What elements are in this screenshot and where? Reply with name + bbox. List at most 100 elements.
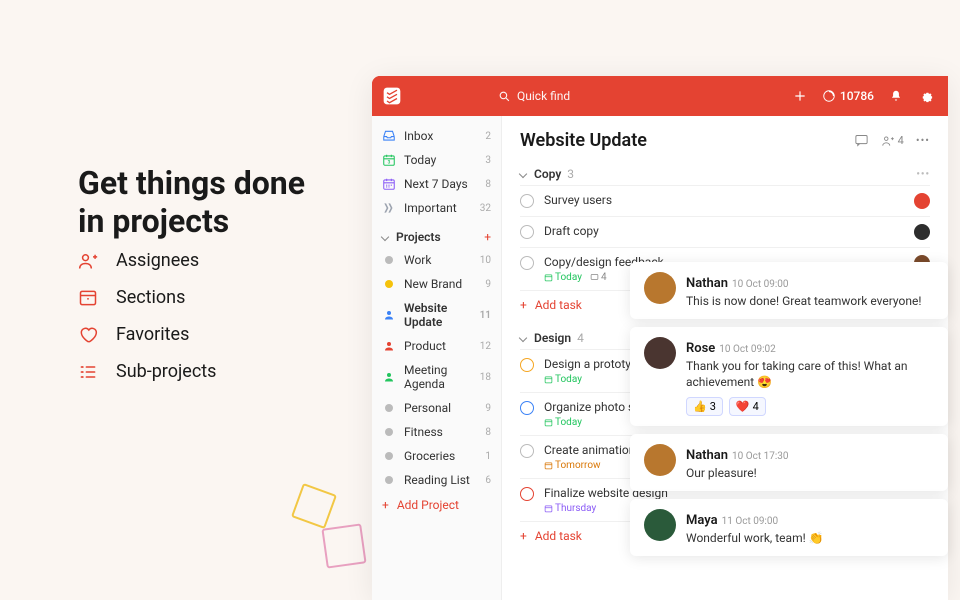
topbar: Quick find 10786 <box>372 76 948 116</box>
add-project-icon[interactable]: + <box>484 230 491 244</box>
decorative-square <box>291 483 337 529</box>
important-icon <box>382 201 396 215</box>
project-count: 11 <box>480 310 491 321</box>
project-count: 6 <box>485 475 491 486</box>
search-placeholder: Quick find <box>517 89 570 103</box>
task-date: Thursday <box>544 503 596 514</box>
project-icon <box>382 449 396 463</box>
project-label: Meeting Agenda <box>404 363 472 391</box>
project-icon <box>382 401 396 415</box>
task-checkbox[interactable] <box>520 444 534 458</box>
svg-text:3: 3 <box>388 160 391 166</box>
project-label: Groceries <box>404 449 455 463</box>
section-name: Copy <box>534 167 561 181</box>
task-checkbox[interactable] <box>520 358 534 372</box>
assignee-avatar[interactable] <box>914 224 930 240</box>
app-logo[interactable] <box>372 76 412 116</box>
nav-label: Today <box>404 153 436 167</box>
task-date: Today <box>544 272 582 283</box>
comment-avatar[interactable] <box>644 272 676 304</box>
task-date: Tomorrow <box>544 460 601 471</box>
comment-time: 10 Oct 17:30 <box>732 451 789 462</box>
add-project-label: Add Project <box>397 498 459 512</box>
project-item[interactable]: Reading List6 <box>372 468 501 492</box>
share-button[interactable]: 4 <box>881 134 904 148</box>
reaction-count: 3 <box>710 400 716 413</box>
project-label: Personal <box>404 401 451 415</box>
comment-author: Nathan <box>686 276 728 291</box>
feature-assignees: Assignees <box>78 250 216 271</box>
score-value: 10786 <box>840 89 874 103</box>
feature-subprojects: Sub-projects <box>78 361 216 382</box>
reaction-button[interactable]: 👍3 <box>686 397 723 416</box>
project-item[interactable]: New Brand9 <box>372 272 501 296</box>
add-task-label: Add task <box>535 298 582 312</box>
chevron-down-icon <box>519 334 527 342</box>
add-project-button[interactable]: +Add Project <box>372 492 501 518</box>
project-count: 12 <box>480 341 491 352</box>
project-icon <box>382 339 396 353</box>
nav-inbox[interactable]: Inbox2 <box>372 124 501 148</box>
project-icon <box>382 277 396 291</box>
reaction-emoji: 👍 <box>693 400 707 413</box>
nav-count: 3 <box>485 155 491 166</box>
notifications-button[interactable] <box>888 88 904 104</box>
task-row[interactable]: Draft copy <box>520 216 930 247</box>
comment-avatar[interactable] <box>644 509 676 541</box>
project-label: Product <box>404 339 446 353</box>
comment-message: This is now done! Great teamwork everyon… <box>686 293 934 309</box>
task-checkbox[interactable] <box>520 487 534 501</box>
task-row[interactable]: Survey users <box>520 185 930 216</box>
project-item[interactable]: Website Update11 <box>372 296 501 334</box>
task-date: Today <box>544 374 582 385</box>
add-task-label: Add task <box>535 529 582 543</box>
project-item[interactable]: Groceries1 <box>372 444 501 468</box>
comment-author: Rose <box>686 341 715 356</box>
chevron-down-icon <box>519 170 527 178</box>
hero-heading: Get things donein projects <box>78 164 305 241</box>
comment-avatar[interactable] <box>644 444 676 476</box>
project-item[interactable]: Product 12 <box>372 334 501 358</box>
project-icon <box>382 370 396 384</box>
project-item[interactable]: Work10 <box>372 248 501 272</box>
nav-count: 2 <box>485 131 491 142</box>
project-icon <box>382 425 396 439</box>
section-name: Design <box>534 331 571 345</box>
share-count: 4 <box>898 134 904 147</box>
task-checkbox[interactable] <box>520 225 534 239</box>
task-title: Survey users <box>544 193 904 207</box>
project-item[interactable]: Personal9 <box>372 396 501 420</box>
reaction-button[interactable]: ❤️4 <box>729 397 766 416</box>
comment-avatar[interactable] <box>644 337 676 369</box>
project-item[interactable]: Meeting Agenda18 <box>372 358 501 396</box>
feature-label: Favorites <box>116 324 189 345</box>
more-icon[interactable]: ••• <box>916 169 930 180</box>
project-icon <box>382 308 396 322</box>
feature-label: Assignees <box>116 250 199 271</box>
section-count: 3 <box>567 167 574 181</box>
task-checkbox[interactable] <box>520 401 534 415</box>
feature-list: AssigneesSectionsFavoritesSub-projects <box>78 250 216 398</box>
comment-time: 10 Oct 09:02 <box>719 344 776 355</box>
assignee-avatar[interactable] <box>914 193 930 209</box>
nav-today[interactable]: 3 Today 3 <box>372 148 501 172</box>
comments-icon[interactable] <box>854 133 869 148</box>
feature-label: Sub-projects <box>116 361 216 382</box>
add-button[interactable] <box>792 88 808 104</box>
more-icon[interactable]: ••• <box>916 134 930 147</box>
project-item[interactable]: Fitness8 <box>372 420 501 444</box>
nav-count: 32 <box>480 203 491 214</box>
nav-next7[interactable]: Next 7 Days8 <box>372 172 501 196</box>
task-comments: 4 <box>590 272 607 283</box>
nav-label: Important <box>404 201 457 215</box>
search-input[interactable]: Quick find <box>498 89 570 103</box>
task-checkbox[interactable] <box>520 194 534 208</box>
projects-header[interactable]: Projects+ <box>372 224 501 248</box>
sidebar: Inbox2 3 Today 3 Next 7 Days8 Important 32 Proj… <box>372 116 502 600</box>
plus-icon: + <box>520 298 527 312</box>
karma-score[interactable]: 10786 <box>822 89 874 103</box>
settings-button[interactable] <box>918 88 934 104</box>
task-checkbox[interactable] <box>520 256 534 270</box>
nav-important[interactable]: Important 32 <box>372 196 501 220</box>
section-header[interactable]: Copy 3 ••• <box>520 163 930 185</box>
